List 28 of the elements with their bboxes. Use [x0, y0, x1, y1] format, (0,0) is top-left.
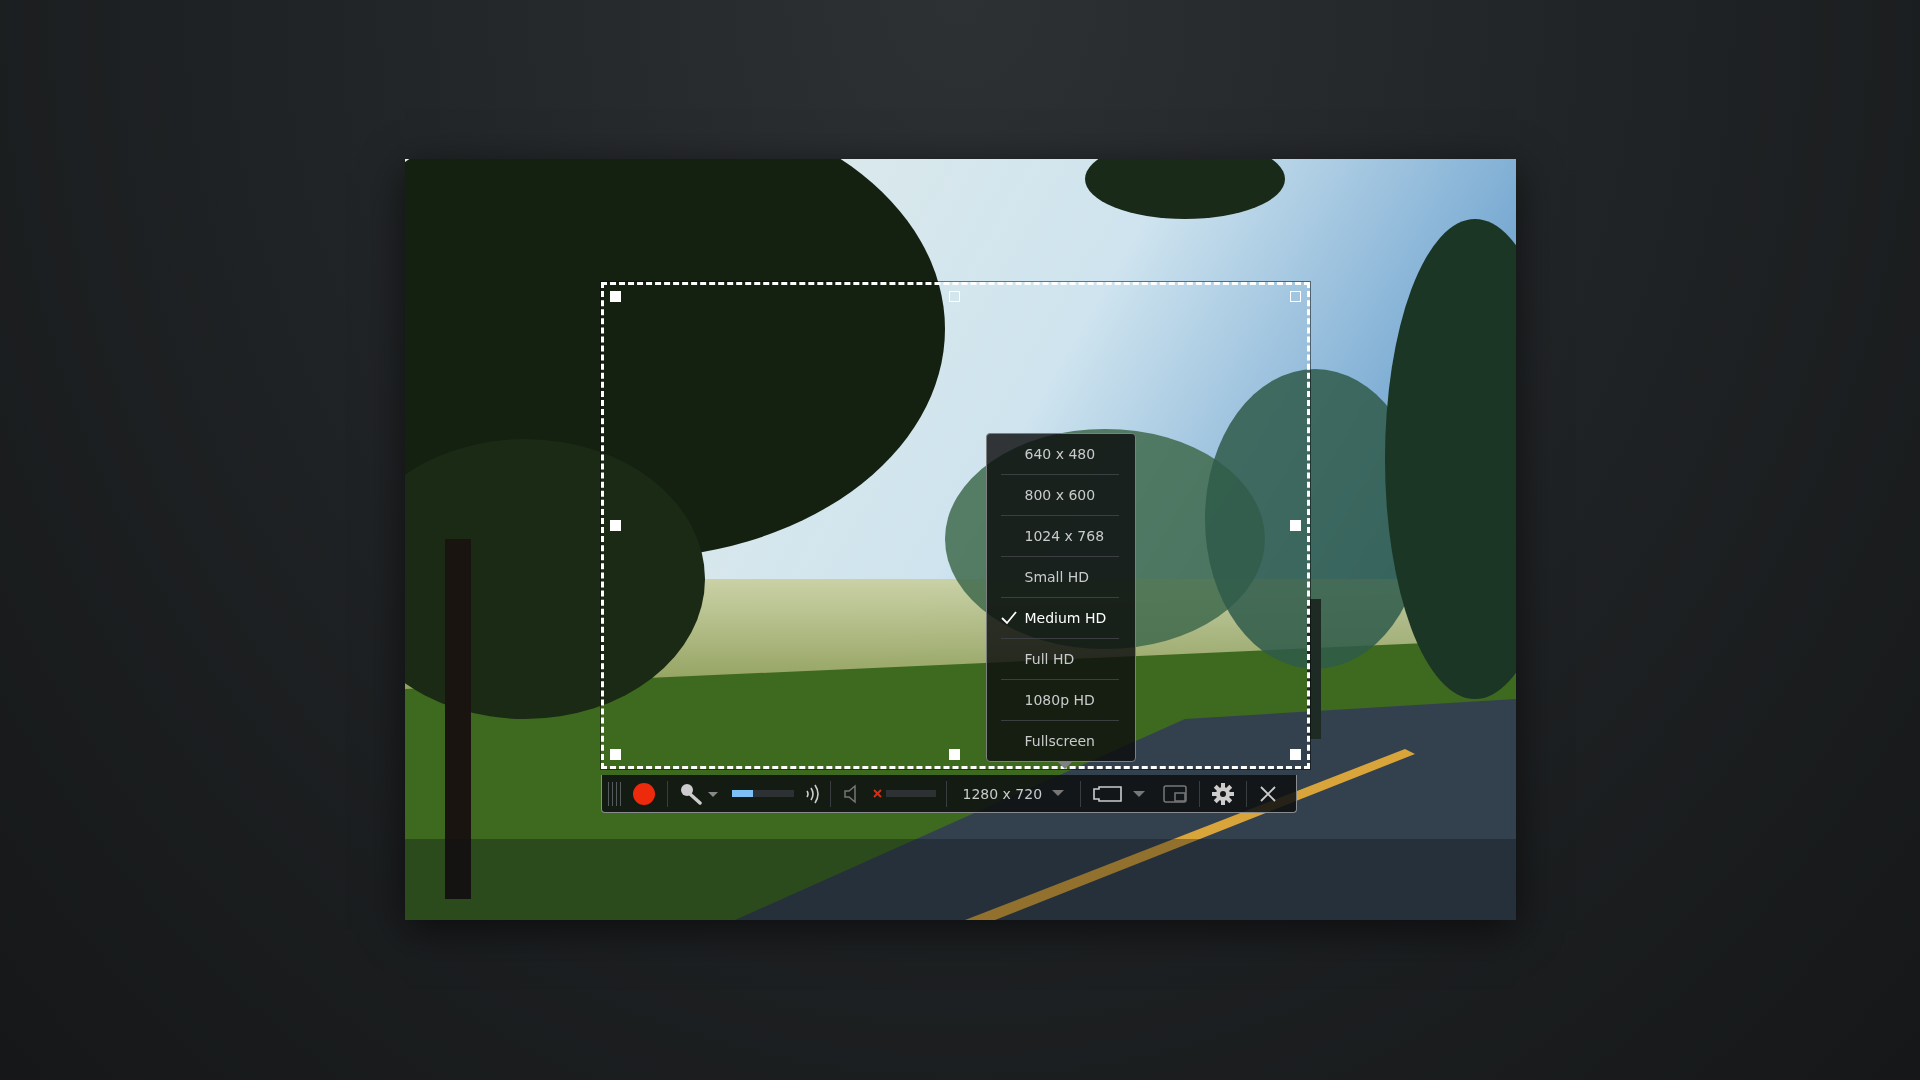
speaker-volume-slider[interactable] — [885, 790, 936, 797]
menu-item[interactable]: 640 x 480 — [1000, 434, 1119, 475]
record-button[interactable] — [630, 780, 657, 807]
resize-handle[interactable] — [1289, 291, 1301, 302]
muted-icon — [872, 789, 882, 798]
selection-frame[interactable] — [600, 282, 1310, 769]
picture-in-picture-button[interactable] — [1161, 782, 1190, 805]
resize-handle[interactable] — [949, 749, 960, 760]
resolution-dropdown[interactable]: 1280 x 720 — [956, 785, 1071, 802]
menu-item[interactable]: Fullscreen — [1000, 721, 1119, 761]
resize-handle[interactable] — [609, 749, 621, 760]
menu-item[interactable]: Small HD — [1000, 557, 1119, 598]
microphone-volume-slider[interactable] — [731, 790, 794, 797]
menu-item[interactable]: 800 x 600 — [1000, 475, 1119, 516]
menu-item[interactable]: 1024 x 768 — [1000, 516, 1119, 557]
checkmark-icon — [1000, 611, 1017, 625]
menu-item[interactable]: Full HD — [1000, 639, 1119, 680]
caret-icon — [1052, 790, 1065, 797]
drag-handle-icon[interactable] — [607, 781, 621, 806]
sound-waves-icon — [803, 783, 820, 804]
resize-handle[interactable] — [609, 519, 621, 531]
resize-handle[interactable] — [1289, 519, 1301, 531]
menu-item[interactable]: Medium HD — [1000, 598, 1119, 639]
resize-handle[interactable] — [949, 291, 960, 302]
resize-handle[interactable] — [609, 291, 621, 302]
menu-item[interactable]: 1080p HD — [1000, 680, 1119, 721]
settings-button[interactable] — [1210, 780, 1237, 807]
resize-handle[interactable] — [1289, 749, 1301, 760]
